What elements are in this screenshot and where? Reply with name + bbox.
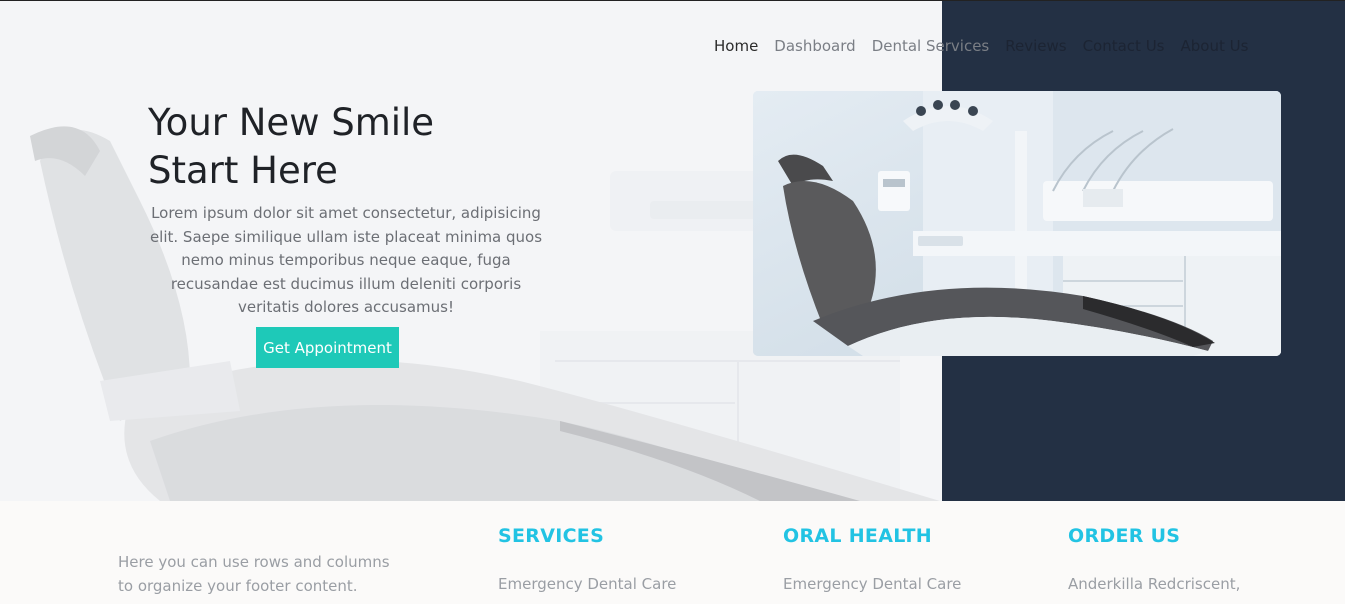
main-nav: Home Dashboard Dental Services Reviews C…	[714, 37, 1248, 55]
nav-dashboard[interactable]: Dashboard	[774, 37, 855, 55]
nav-home[interactable]: Home	[714, 37, 758, 55]
nav-about-us[interactable]: About Us	[1181, 37, 1249, 55]
nav-dental-services[interactable]: Dental Services	[872, 37, 990, 55]
footer-address: Anderkilla Redcriscent,	[1068, 575, 1241, 593]
footer-about-text: Here you can use rows and columns to org…	[118, 553, 390, 595]
footer-heading-oral-health: ORAL HEALTH	[783, 525, 932, 547]
hero-title: Your New Smile Start Here	[148, 99, 568, 195]
dental-chair-photo	[753, 91, 1281, 356]
hero-section: Home Dashboard Dental Services Reviews C…	[0, 1, 1345, 501]
footer-link-emergency-dental-care[interactable]: Emergency Dental Care	[498, 575, 676, 593]
footer: Here you can use rows and columns to org…	[0, 501, 1345, 604]
footer-heading-services: SERVICES	[498, 525, 605, 547]
footer-link-emergency-dental-care-2[interactable]: Emergency Dental Care	[783, 575, 961, 593]
hero-title-line2: Start Here	[148, 149, 338, 192]
footer-heading-order-us: ORDER US	[1068, 525, 1181, 547]
hero-description: Lorem ipsum dolor sit amet consectetur, …	[149, 204, 543, 316]
get-appointment-button[interactable]: Get Appointment	[256, 327, 399, 368]
nav-reviews[interactable]: Reviews	[1005, 37, 1066, 55]
nav-contact-us[interactable]: Contact Us	[1083, 37, 1165, 55]
hero-title-line1: Your New Smile	[148, 101, 435, 144]
